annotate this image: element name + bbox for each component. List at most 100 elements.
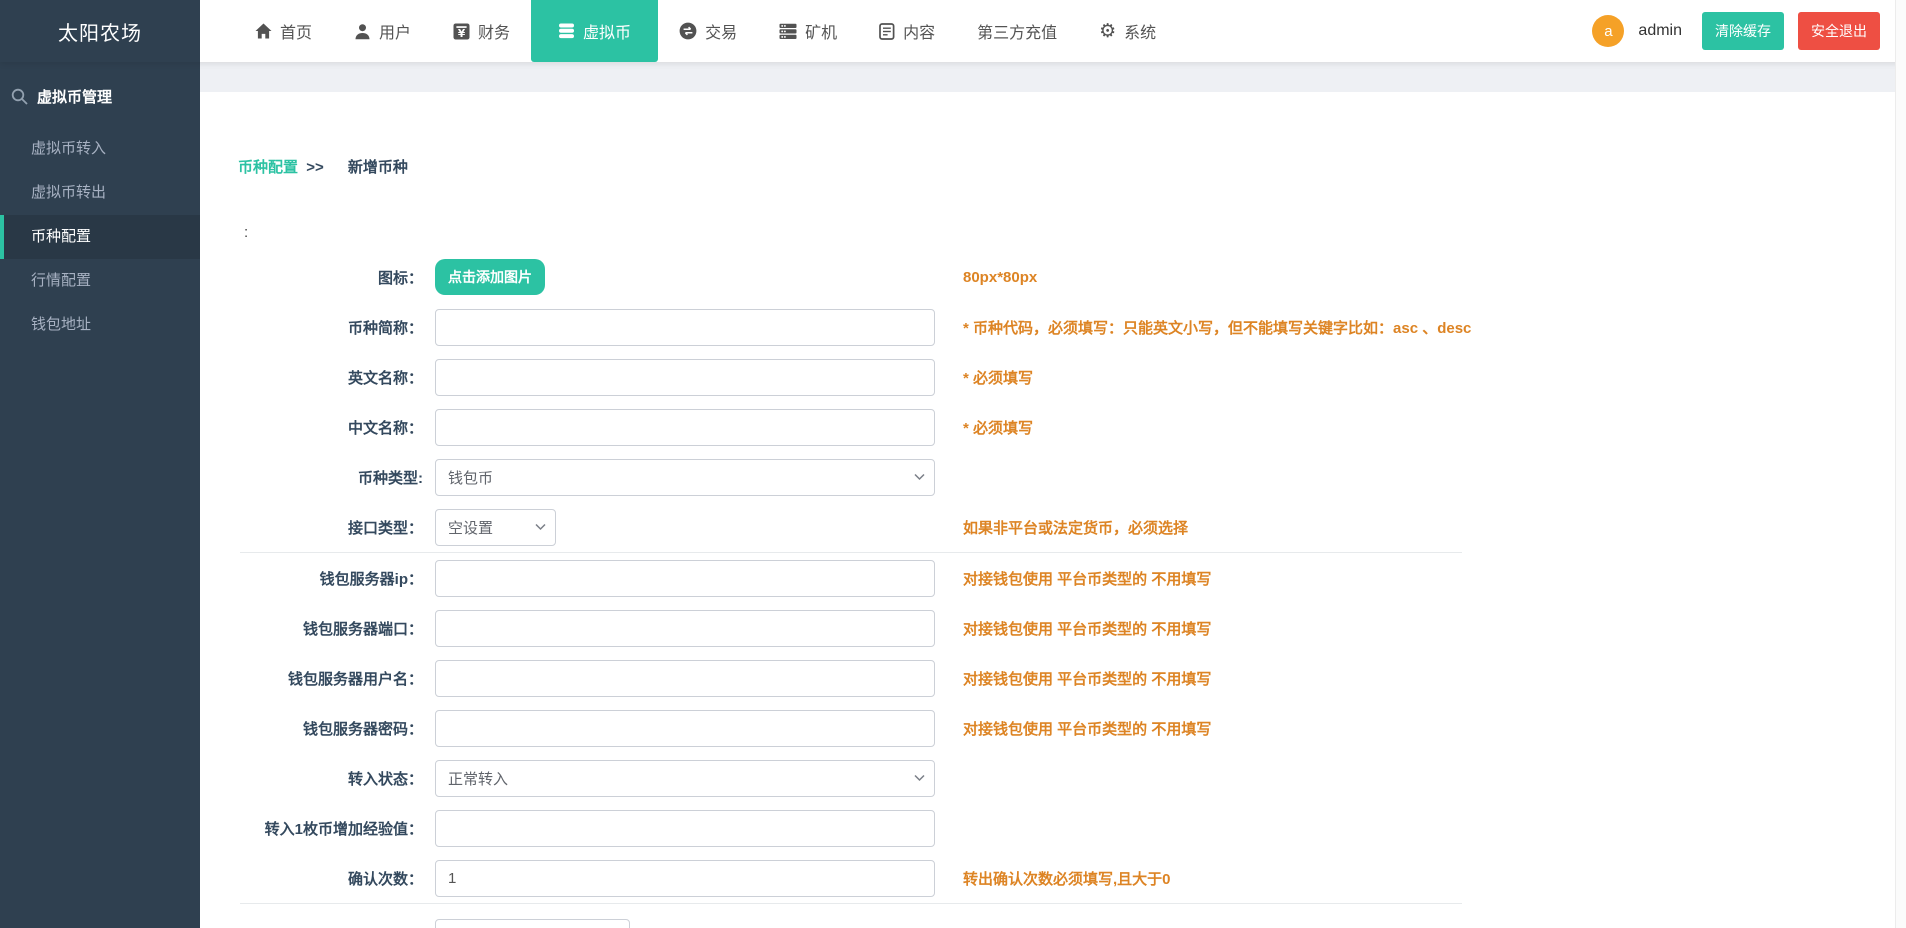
nav-item-virtual-currency[interactable]: 虚拟币 — [531, 0, 659, 62]
nav-item-label: 虚拟币 — [583, 25, 632, 42]
field-label: 钱包服务器密码： — [302, 720, 423, 738]
field-hint: * 必须填写 — [963, 419, 1034, 437]
breadcrumb-separator: >> — [306, 159, 324, 176]
brand-logo: 太阳农场 — [0, 0, 200, 62]
form-row-interface-type: 接口类型： 空设置 如果非平台或法定货币，必须选择 — [238, 502, 1886, 552]
top-nav: 首页 用户 ¥ 财务 虚拟币 交易 矿机 内容 第三方充值 ⚙ 系统 — [200, 0, 1177, 62]
sidebar-section-header: 虚拟币管理 — [0, 62, 200, 127]
field-hint: 对接钱包使用 平台币类型的 不用填写 — [963, 670, 1212, 688]
nav-item-label: 系统 — [1124, 25, 1157, 42]
breadcrumb-parent-link[interactable]: 币种配置 — [238, 159, 298, 176]
coin-type-select[interactable]: 钱包币 — [435, 458, 935, 496]
coins-icon — [558, 23, 575, 39]
english-name-input[interactable] — [435, 358, 935, 396]
nav-item-label: 矿机 — [805, 25, 838, 42]
chevron-down-icon — [535, 523, 546, 531]
nav-item-finance[interactable]: ¥ 财务 — [432, 0, 531, 62]
form-row-confirm-count: 确认次数： 转出确认次数必须填写,且大于0 — [238, 853, 1886, 903]
nav-item-label: 第三方充值 — [977, 25, 1058, 42]
search-icon — [11, 88, 28, 105]
wallet-server-password-input[interactable] — [435, 709, 935, 747]
coin-code-input[interactable] — [435, 308, 935, 346]
home-icon — [255, 23, 272, 39]
field-hint: 对接钱包使用 平台币类型的 不用填写 — [963, 620, 1212, 638]
sidebar-item-coin-config[interactable]: 币种配置 — [0, 215, 200, 259]
exchange-icon — [679, 22, 697, 40]
form-row-exp-per-coin: 转入1枚币增加经验值： — [238, 803, 1886, 853]
top-bar: 太阳农场 首页 用户 ¥ 财务 虚拟币 交易 矿机 内容 第三方充值 ⚙ 系统 … — [0, 0, 1906, 62]
nav-item-home[interactable]: 首页 — [234, 0, 333, 62]
nav-item-label: 交易 — [705, 25, 738, 42]
page-scrollbar[interactable] — [1895, 0, 1906, 928]
field-label: 转入状态： — [347, 770, 423, 788]
transfer-in-status-select[interactable]: 正常转入 — [435, 759, 935, 797]
interface-type-select[interactable]: 空设置 — [435, 508, 556, 546]
user-icon — [354, 23, 371, 40]
wallet-server-port-input[interactable] — [435, 609, 935, 647]
field-label: 钱包服务器ip： — [319, 570, 423, 588]
chevron-down-icon — [914, 774, 925, 782]
confirm-count-input[interactable] — [435, 859, 935, 897]
form-row-transfer-out-fee-type: 转出手续费类型 百分比扣除手续费 — [238, 912, 1886, 928]
avatar[interactable]: a — [1592, 15, 1625, 47]
field-hint: 如果非平台或法定货币，必须选择 — [963, 519, 1189, 537]
transfer-in-status-selected-value: 正常转入 — [448, 770, 509, 788]
form-row-wallet-server-username: 钱包服务器用户名： 对接钱包使用 平台币类型的 不用填写 — [238, 653, 1886, 703]
field-hint: * 币种代码，必须填写：只能英文小写，但不能填写关键字比如：asc 、desc — [963, 319, 1472, 337]
form-row-coin-code: 币种简称： * 币种代码，必须填写：只能英文小写，但不能填写关键字比如：asc … — [238, 302, 1886, 352]
gear-icon: ⚙ — [1099, 20, 1117, 42]
transfer-out-fee-type-select[interactable]: 百分比扣除手续费 — [435, 918, 630, 928]
wallet-server-ip-input[interactable] — [435, 559, 935, 597]
nav-item-label: 内容 — [903, 25, 936, 42]
form-row-chinese-name: 中文名称： * 必须填写 — [238, 402, 1886, 452]
coin-form: 图标： 点击添加图片 80px*80px 币种简称： * 币种代码，必须填写：只… — [238, 252, 1886, 928]
field-label: 钱包服务器用户名： — [287, 670, 423, 688]
breadcrumb: 币种配置 >> 新增币种 — [238, 156, 408, 177]
sidebar-item-wallet-address[interactable]: 钱包地址 — [0, 303, 200, 347]
field-label: 确认次数： — [347, 870, 423, 888]
form-row-coin-type: 币种类型: 钱包币 — [238, 452, 1886, 502]
coin-type-selected-value: 钱包币 — [448, 469, 494, 487]
form-row-transfer-in-status: 转入状态： 正常转入 — [238, 753, 1886, 803]
exp-per-coin-input[interactable] — [435, 809, 935, 847]
nav-item-system[interactable]: ⚙ 系统 — [1078, 0, 1177, 62]
form-row-icon: 图标： 点击添加图片 80px*80px — [238, 252, 1886, 302]
form-row-wallet-server-password: 钱包服务器密码： 对接钱包使用 平台币类型的 不用填写 — [238, 703, 1886, 753]
username-label: admin — [1638, 22, 1682, 39]
nav-item-thirdparty-recharge[interactable]: 第三方充值 — [956, 0, 1078, 62]
sidebar-item-transfer-out[interactable]: 虚拟币转出 — [0, 171, 200, 215]
section-divider — [240, 903, 1462, 904]
form-row-wallet-server-port: 钱包服务器端口： 对接钱包使用 平台币类型的 不用填写 — [238, 603, 1886, 653]
nav-item-label: 首页 — [280, 25, 313, 42]
chinese-name-input[interactable] — [435, 408, 935, 446]
field-label: 中文名称： — [347, 419, 423, 437]
wallet-server-username-input[interactable] — [435, 659, 935, 697]
nav-item-users[interactable]: 用户 — [333, 0, 432, 62]
sidebar-item-transfer-in[interactable]: 虚拟币转入 — [0, 127, 200, 171]
yuan-icon: ¥ — [453, 23, 470, 40]
field-label: 图标： — [377, 269, 423, 287]
top-right-area: a admin 清除缓存 安全退出 — [1592, 0, 1880, 62]
form-row-wallet-server-ip: 钱包服务器ip： 对接钱包使用 平台币类型的 不用填写 — [238, 553, 1886, 603]
chevron-down-icon — [914, 473, 925, 481]
field-label: 币种简称： — [347, 319, 423, 337]
breadcrumb-current: 新增币种 — [347, 159, 408, 176]
nav-item-miner[interactable]: 矿机 — [758, 0, 858, 62]
server-icon — [779, 23, 797, 40]
add-image-button[interactable]: 点击添加图片 — [435, 259, 545, 295]
form-row-english-name: 英文名称： * 必须填写 — [238, 352, 1886, 402]
logout-button[interactable]: 安全退出 — [1798, 12, 1880, 50]
nav-item-content[interactable]: 内容 — [858, 0, 956, 62]
field-hint: * 必须填写 — [963, 369, 1034, 387]
field-hint: 转出确认次数必须填写,且大于0 — [963, 870, 1171, 888]
sidebar-item-market-config[interactable]: 行情配置 — [0, 259, 200, 303]
content-top-band — [200, 62, 1906, 92]
field-hint: 对接钱包使用 平台币类型的 不用填写 — [963, 720, 1212, 738]
field-label: 钱包服务器端口： — [302, 620, 423, 638]
sidebar-section-title: 虚拟币管理 — [37, 89, 113, 106]
svg-text:¥: ¥ — [458, 28, 466, 40]
nav-item-trade[interactable]: 交易 — [658, 0, 758, 62]
interface-type-selected-value: 空设置 — [448, 519, 494, 537]
clear-cache-button[interactable]: 清除缓存 — [1702, 12, 1784, 50]
stray-colon-text: : — [244, 224, 249, 241]
